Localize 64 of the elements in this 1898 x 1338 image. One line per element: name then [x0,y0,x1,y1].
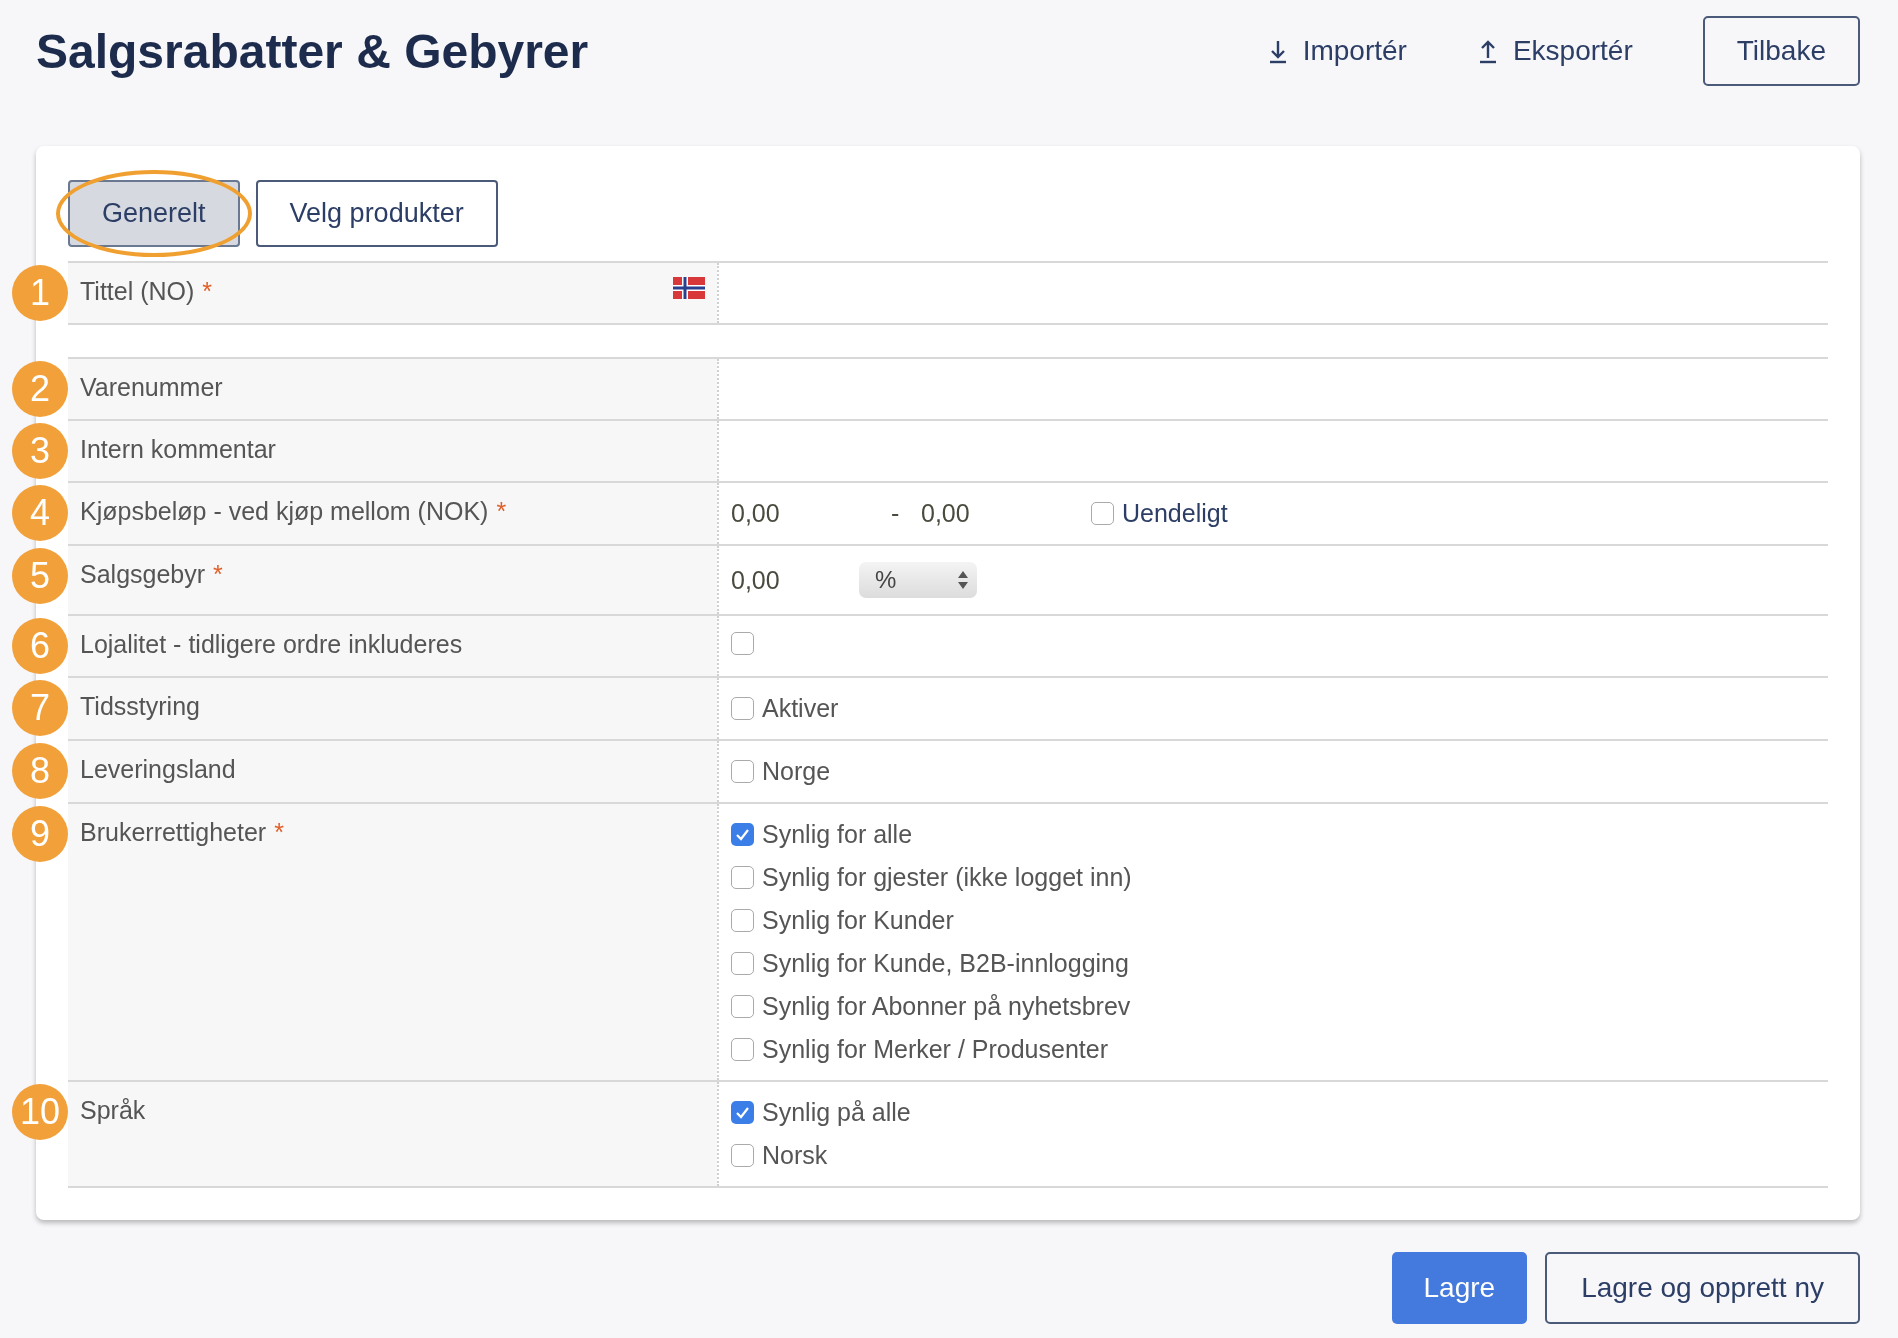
step-marker: 6 [12,618,68,674]
required-mark: * [496,497,507,525]
required-mark: * [274,818,284,846]
fee-value[interactable]: 0,00 [731,565,859,595]
checkbox[interactable] [731,952,754,975]
checkbox[interactable] [731,995,754,1018]
unit-select[interactable]: % [859,562,977,598]
field-label: Lojalitet - tidligere ordre inkluderes [80,630,463,658]
step-marker: 4 [12,485,68,541]
checkbox[interactable] [731,909,754,932]
check-icon [735,828,750,841]
checkbox-label: Synlig for Kunde, B2B-innlogging [762,949,1129,978]
required-mark: * [213,560,223,588]
amount-value[interactable]: 0,00 [921,499,1091,528]
tab[interactable]: Velg produkter [255,180,498,247]
checkbox[interactable] [1091,502,1114,525]
step-marker: 5 [12,548,68,604]
checkbox[interactable] [731,632,754,655]
save-button[interactable]: Lagre [1391,1252,1528,1324]
amount-value[interactable]: 0,00 [731,499,891,528]
save-and-new-button[interactable]: Lagre og opprett ny [1545,1252,1860,1324]
separator: - [891,499,901,528]
checkbox-label: Synlig for alle [762,820,913,849]
checkbox-label: Synlig for Kunder [762,906,954,935]
checkbox[interactable] [731,1038,754,1061]
checkbox-label: Synlig for Merker / Produsenter [762,1035,1108,1064]
field-label: Varenummer [80,373,223,401]
field-label: Kjøpsbeløp - ved kjøp mellom (NOK) [80,497,489,525]
step-marker: 1 [12,265,68,321]
field-label: Tittel (NO) [80,277,195,305]
field-label: Tidsstyring [80,692,200,720]
step-marker: 7 [12,680,68,736]
step-marker: 2 [12,361,68,417]
updown-icon [957,569,969,591]
checkbox[interactable] [731,866,754,889]
checkbox-label: Norge [762,757,831,786]
checkbox-label: Aktiver [762,694,839,723]
required-mark: * [202,277,213,305]
import-link[interactable]: Importér [1266,35,1407,67]
step-marker: 9 [12,806,68,862]
checkbox[interactable] [731,1144,754,1167]
step-marker: 3 [12,423,68,479]
field-label: Salgsgebyr [80,560,206,588]
checkbox-label: Norsk [762,1141,828,1170]
step-marker: 10 [12,1084,68,1140]
checkbox-label: Synlig for Abonner på nyhetsbrev [762,992,1131,1021]
field-label: Leveringsland [80,755,236,783]
field-label: Språk [80,1096,146,1124]
checkbox[interactable] [731,1101,754,1124]
step-marker: 8 [12,743,68,799]
checkbox[interactable] [731,697,754,720]
page-title: Salgsrabatter & Gebyrer [36,23,590,79]
checkbox-label: Synlig på alle [762,1098,911,1127]
checkbox[interactable] [731,760,754,783]
checkbox-label: Synlig for gjester (ikke logget inn) [762,863,1132,892]
export-link[interactable]: Eksportér [1476,35,1633,67]
field-label: Intern kommentar [80,435,276,463]
flag-icon [673,277,705,299]
back-button[interactable]: Tilbake [1702,16,1860,86]
checkbox[interactable] [731,823,754,846]
check-icon [735,1106,750,1119]
tab[interactable]: Generelt [68,180,240,247]
checkbox-label: Uendeligt [1122,499,1228,528]
field-label: Brukerrettigheter [80,818,267,846]
